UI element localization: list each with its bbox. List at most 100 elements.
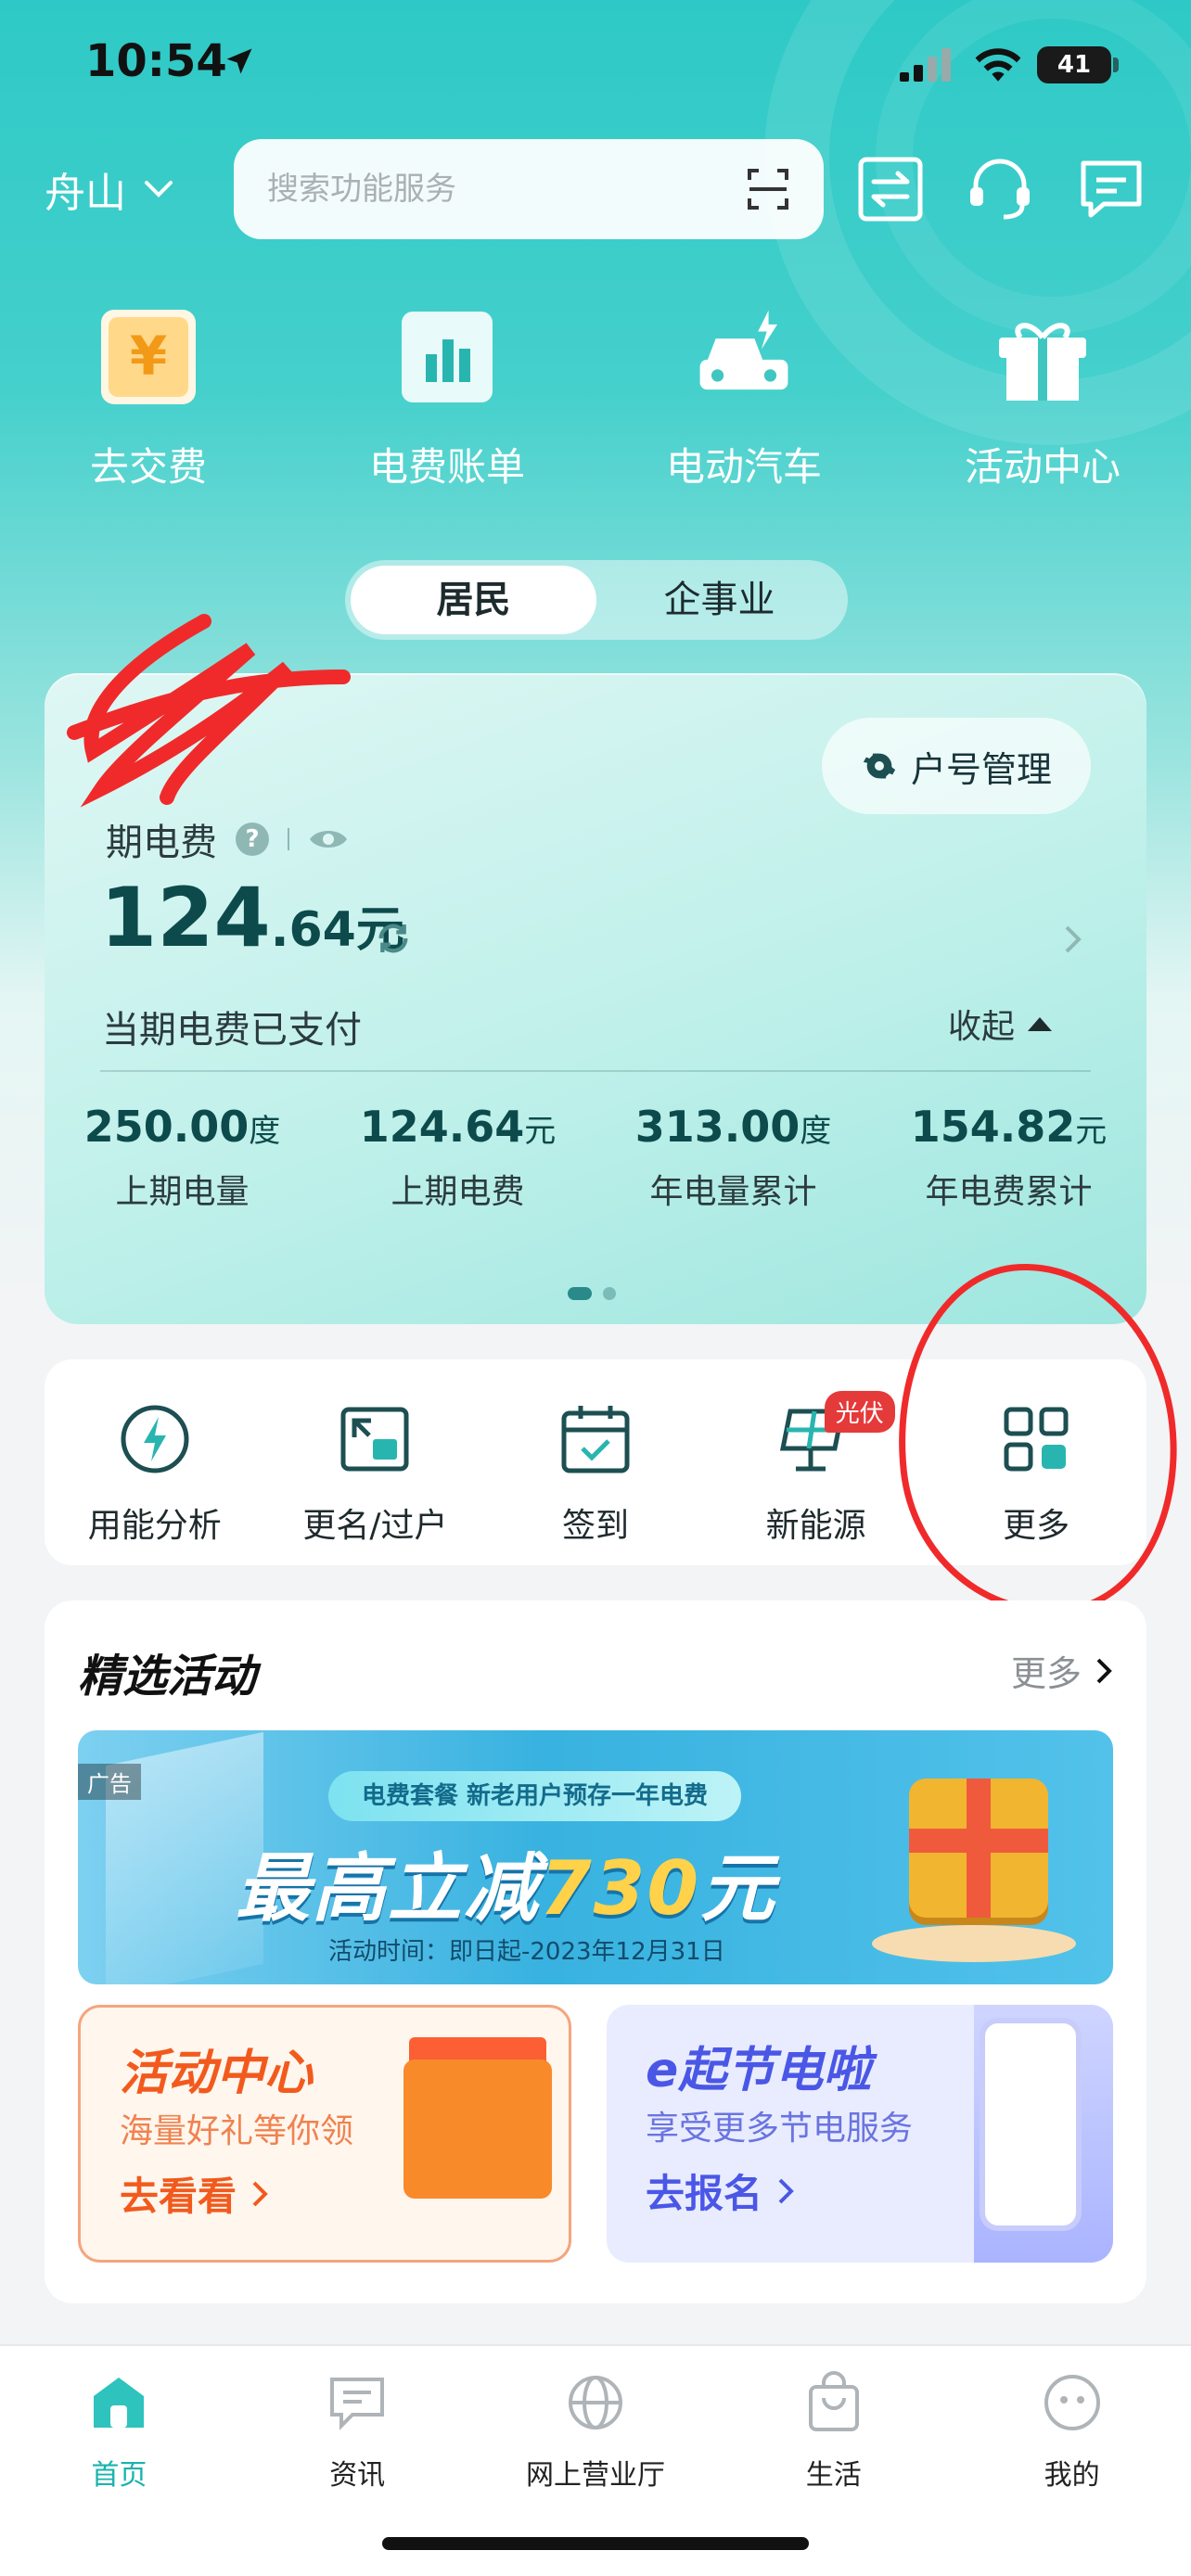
headline-prefix: 最高立减	[236, 1845, 540, 1932]
more-label: 更多	[1010, 1653, 1082, 1694]
stat-item: 250.00度 上期电量	[45, 1102, 320, 1213]
service-label: 签到	[561, 1507, 629, 1545]
promo-cta[interactable]: 去报名	[646, 2162, 794, 2219]
app-screen: 10:54 41 舟山 搜索功能服务 ¥ 去交费 电费账单 电动汽车 活动中心 …	[0, 0, 1191, 2576]
collapse-button[interactable]: 收起	[948, 1000, 1054, 1048]
stat-unit: 度	[800, 1113, 832, 1150]
tab-profile[interactable]: 我的	[953, 2346, 1191, 2576]
chevron-right-icon	[778, 2178, 794, 2203]
promo-cta[interactable]: 去看看	[120, 2165, 268, 2222]
cellular-signal-icon	[900, 48, 951, 82]
ad-tag: 广告	[78, 1764, 141, 1800]
amount-decimal: .64	[270, 902, 356, 958]
headline-suffix: 元	[700, 1845, 776, 1932]
account-management-button[interactable]: 户号管理	[821, 718, 1091, 814]
quick-action-pay[interactable]: ¥ 去交费	[28, 306, 269, 492]
globe-icon	[568, 2376, 622, 2429]
search-bar[interactable]	[234, 139, 824, 239]
phone-illustration	[980, 2018, 1082, 2231]
ev-car-icon	[693, 306, 795, 408]
message-icon[interactable]	[1076, 154, 1146, 224]
tab-label: 资讯	[329, 2459, 386, 2492]
tab-label: 首页	[91, 2459, 147, 2492]
current-bill-label: 期电费 ?	[106, 812, 349, 866]
promo-card-activity-center[interactable]: 活动中心 海量好礼等你领 去看看	[78, 2005, 571, 2263]
stat-label: 上期电量	[115, 1173, 250, 1211]
banner-stage	[872, 1925, 1076, 1962]
page-dot	[603, 1287, 616, 1300]
chevron-right-icon	[1096, 1658, 1112, 1683]
quick-action-label: 活动中心	[964, 444, 1121, 490]
chevron-right-icon[interactable]	[1063, 924, 1083, 955]
account-management-label: 户号管理	[910, 748, 1052, 790]
quick-actions: ¥ 去交费 电费账单 电动汽车 活动中心	[0, 306, 1191, 510]
gift-box-illustration	[909, 1779, 1048, 1918]
news-icon	[330, 2378, 385, 2430]
refresh-icon[interactable]	[375, 920, 412, 957]
banner-pill: 电费套餐 新老用户预存一年电费	[328, 1771, 742, 1821]
more-activities-link[interactable]: 更多	[1011, 1645, 1113, 1696]
chevron-down-icon	[145, 181, 173, 198]
stat-item: 313.00度 年电量累计	[596, 1102, 871, 1213]
promo-subtitle: 海量好礼等你领	[120, 2112, 354, 2150]
promo-title: e起节电啦	[646, 2043, 872, 2098]
promo-title: 活动中心	[120, 2046, 314, 2101]
tab-enterprise[interactable]: 企事业	[596, 566, 842, 634]
quick-action-bill[interactable]: 电费账单	[327, 306, 568, 492]
tab-label: 生活	[805, 2459, 862, 2492]
promo-card-energy-saving[interactable]: e起节电啦 享受更多节电服务 去报名	[607, 2005, 1113, 2263]
help-icon[interactable]: ?	[236, 823, 269, 856]
section-title: 精选活动	[78, 1651, 257, 1702]
card-divider	[100, 1070, 1091, 1072]
stat-label: 年电费累计	[925, 1173, 1093, 1211]
search-input[interactable]	[267, 171, 746, 208]
promo-banner[interactable]: 广告 电费套餐 新老用户预存一年电费 最高立减730元 活动时间：即日起-202…	[78, 1730, 1113, 1984]
service-new-energy[interactable]: 光伏 新能源	[706, 1359, 927, 1565]
battery-tip	[1113, 57, 1119, 72]
profile-icon	[1044, 2375, 1100, 2430]
stat-item: 124.64元 上期电费	[320, 1102, 596, 1213]
scan-icon[interactable]	[746, 167, 790, 211]
promo-subtitle: 享受更多节电服务	[646, 2110, 914, 2148]
quick-action-label: 电费账单	[368, 444, 525, 490]
promo-cta-label: 去报名	[646, 2171, 763, 2216]
bar-chart-icon	[396, 306, 498, 408]
divider	[288, 828, 289, 850]
tab-home[interactable]: 首页	[0, 2346, 238, 2576]
caret-up-icon	[1028, 1017, 1052, 1031]
wifi-icon	[975, 48, 1021, 82]
amount-integer: 124	[100, 870, 271, 965]
stat-unit: 度	[249, 1113, 281, 1150]
banner-headline: 最高立减730元	[236, 1829, 776, 1936]
page-dot-active	[568, 1287, 592, 1300]
service-energy-analysis[interactable]: 用能分析	[45, 1359, 265, 1565]
city-selector[interactable]: 舟山	[45, 159, 174, 219]
shopping-bag-icon	[808, 2371, 859, 2431]
stat-label: 年电量累计	[649, 1173, 817, 1211]
promo-cta-label: 去看看	[120, 2174, 237, 2219]
tab-residential[interactable]: 居民	[351, 566, 596, 634]
service-label: 新能源	[765, 1507, 866, 1545]
customer-service-icon[interactable]	[965, 154, 1035, 224]
transfer-icon	[340, 1407, 409, 1472]
eye-icon[interactable]	[308, 825, 349, 853]
service-badge: 光伏	[824, 1391, 895, 1433]
stat-value: 154.82	[910, 1102, 1076, 1152]
customer-type-toggle: 居民 企事业	[345, 560, 848, 640]
service-checkin[interactable]: 签到	[485, 1359, 706, 1565]
service-label: 用能分析	[87, 1507, 222, 1545]
featured-activities: 精选活动 更多 广告 电费套餐 新老用户预存一年电费 最高立减730元 活动时间…	[45, 1600, 1146, 2303]
home-icon	[94, 2378, 145, 2428]
calendar-check-icon	[561, 1406, 630, 1473]
quick-action-activity[interactable]: 活动中心	[922, 306, 1163, 492]
quick-action-ev[interactable]: 电动汽车	[623, 306, 864, 492]
exchange-icon[interactable]	[855, 154, 926, 224]
service-transfer[interactable]: 更名/过户	[265, 1359, 486, 1565]
stat-value: 313.00	[634, 1102, 800, 1152]
stat-label: 上期电费	[391, 1173, 525, 1211]
bill-stats: 250.00度 上期电量 124.64元 上期电费 313.00度 年电量累计 …	[45, 1102, 1146, 1213]
stat-unit: 元	[524, 1113, 557, 1150]
stat-item: 154.82元 年电费累计	[871, 1102, 1146, 1213]
chevron-right-icon	[252, 2181, 268, 2206]
page-indicator	[568, 1287, 616, 1300]
